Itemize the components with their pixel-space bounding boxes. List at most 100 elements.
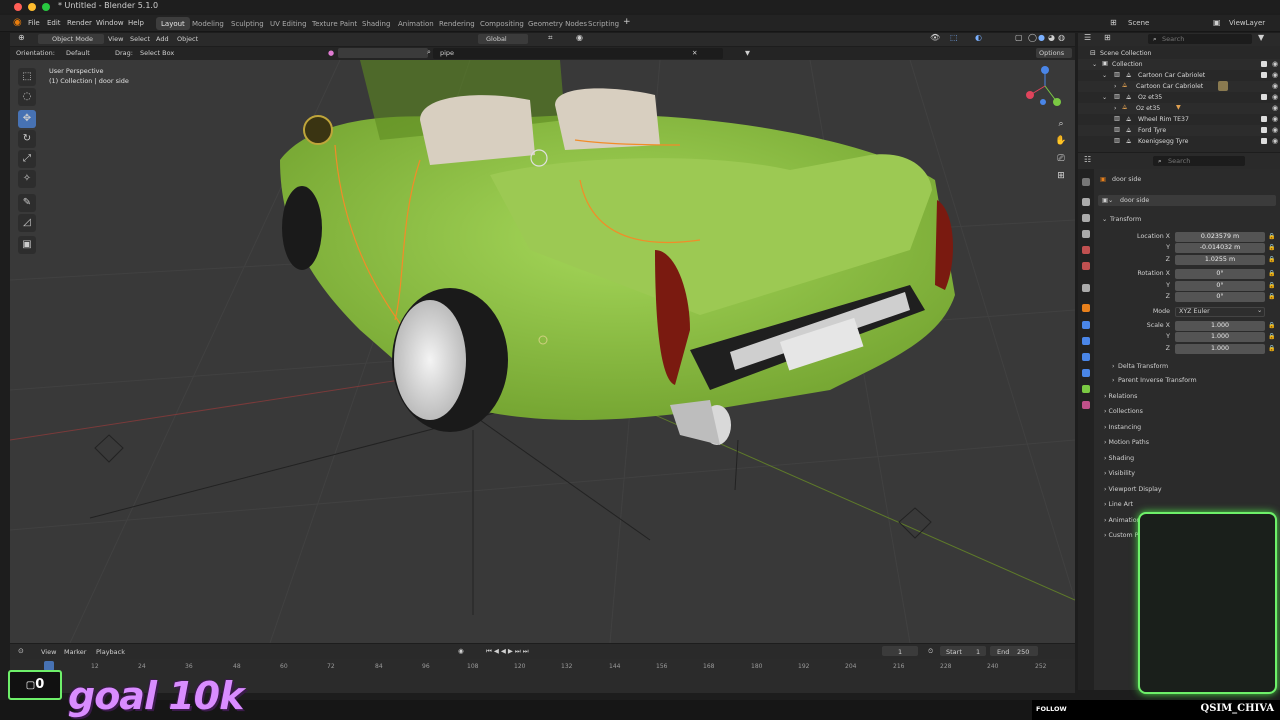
ortho-toggle-icon[interactable]: ⊞: [1055, 171, 1067, 183]
eye-icon[interactable]: ◉: [1272, 115, 1278, 123]
delta-transform-label[interactable]: Delta Transform: [1118, 363, 1168, 370]
maximize-window-icon[interactable]: [42, 3, 50, 11]
outliner-row[interactable]: ▥ ⟁ Koenigsegg Tyre ◉: [1078, 136, 1280, 147]
scale-x-field[interactable]: 1.000: [1175, 321, 1265, 331]
tab-layout[interactable]: Layout: [156, 17, 190, 30]
physics-tab-icon[interactable]: [1082, 353, 1090, 361]
section-visibility[interactable]: › Visibility: [1104, 470, 1135, 477]
constraints-tab-icon[interactable]: [1082, 369, 1090, 377]
color-picker-icon[interactable]: ●: [328, 49, 334, 57]
select-box-tool-icon[interactable]: ⬚: [18, 68, 36, 86]
lock-icon[interactable]: 🔒: [1268, 270, 1275, 277]
scale-tool-icon[interactable]: ⤢: [18, 150, 36, 168]
menu-help[interactable]: Help: [128, 19, 144, 27]
particles-tab-icon[interactable]: [1082, 337, 1090, 345]
render-tab-icon[interactable]: [1082, 198, 1090, 206]
exclude-checkbox[interactable]: [1261, 61, 1267, 67]
outliner-filter-icon[interactable]: ▼: [1258, 33, 1264, 42]
parent-inverse-label[interactable]: Parent Inverse Transform: [1118, 377, 1197, 384]
outliner-filter-search[interactable]: [433, 48, 723, 59]
add-workspace-icon[interactable]: +: [623, 17, 631, 27]
section-relations[interactable]: › Relations: [1104, 393, 1137, 400]
tab-animation[interactable]: Animation: [393, 17, 439, 30]
section-viewport-display[interactable]: › Viewport Display: [1104, 486, 1162, 493]
lock-icon[interactable]: 🔒: [1268, 244, 1275, 251]
navigation-gizmo[interactable]: [1026, 66, 1061, 106]
3d-viewport[interactable]: User Perspective (1) Collection | door s…: [10, 60, 1075, 643]
eye-icon[interactable]: ◉: [1272, 71, 1278, 79]
tab-shading[interactable]: Shading: [357, 17, 395, 30]
menu-render[interactable]: Render: [67, 19, 92, 27]
tab-sculpting[interactable]: Sculpting: [226, 17, 269, 30]
drag-dropdown[interactable]: Select Box: [140, 49, 174, 57]
tab-compositing[interactable]: Compositing: [475, 17, 529, 30]
blender-logo-icon[interactable]: ◉: [13, 17, 22, 28]
outliner-row[interactable]: ⌄ ▣ Collection ◉: [1078, 59, 1280, 70]
lock-icon[interactable]: 🔒: [1268, 256, 1275, 263]
section-collections[interactable]: › Collections: [1104, 408, 1143, 415]
tab-rendering[interactable]: Rendering: [434, 17, 480, 30]
section-motion-paths[interactable]: › Motion Paths: [1104, 439, 1149, 446]
exclude-checkbox[interactable]: [1261, 127, 1267, 133]
modifiers-tab-icon[interactable]: [1082, 321, 1090, 329]
expand-icon[interactable]: ⌄: [1092, 61, 1097, 68]
outliner-row[interactable]: ⌄ ▥ ⟁ Cartoon Car Cabriolet ◉: [1078, 70, 1280, 81]
properties-search-field[interactable]: [1153, 156, 1245, 166]
outliner-row[interactable]: ⌄ ▥ ⟁ Oz et35 ◉: [1078, 92, 1280, 103]
parent-inverse-subpanel[interactable]: ›: [1112, 377, 1115, 384]
rendered-shading-icon[interactable]: ◍: [1058, 33, 1065, 42]
world-tab-icon[interactable]: [1082, 262, 1090, 270]
section-shading[interactable]: › Shading: [1104, 455, 1134, 462]
scale-y-field[interactable]: 1.000: [1175, 332, 1265, 342]
pan-hand-icon[interactable]: ✋: [1055, 136, 1067, 148]
lock-icon[interactable]: 🔒: [1268, 322, 1275, 329]
properties-editor-icon[interactable]: ☷: [1084, 155, 1091, 164]
orientation-dropdown[interactable]: Default: [66, 49, 90, 57]
search-value[interactable]: pipe: [440, 49, 454, 57]
wireframe-shading-icon[interactable]: ◯: [1028, 33, 1037, 42]
section-line-art[interactable]: › Line Art: [1104, 501, 1133, 508]
solid-shading-icon[interactable]: ●: [1038, 33, 1045, 42]
eye-icon[interactable]: ◉: [1272, 126, 1278, 134]
light-objects[interactable]: [94, 434, 932, 539]
overlays-icon[interactable]: ◐: [975, 33, 982, 42]
add-cube-tool-icon[interactable]: ▣: [18, 236, 36, 254]
rotation-y-field[interactable]: 0°: [1175, 281, 1265, 291]
measure-tool-icon[interactable]: ◿: [18, 214, 36, 232]
rotation-z-field[interactable]: 0°: [1175, 292, 1265, 302]
transform-tool-icon[interactable]: ✧: [18, 170, 36, 188]
tab-texture-paint[interactable]: Texture Paint: [307, 17, 362, 30]
material-shading-icon[interactable]: ◕: [1048, 33, 1055, 42]
expand-icon[interactable]: ›: [1114, 83, 1116, 90]
timeline-menu-view[interactable]: View: [41, 648, 56, 656]
car-model[interactable]: [280, 60, 955, 445]
lock-icon[interactable]: 🔒: [1268, 345, 1275, 352]
outliner-row[interactable]: › ⟁ Cartoon Car Cabriolet ◉: [1078, 81, 1280, 92]
properties-search-placeholder[interactable]: Search: [1168, 157, 1190, 165]
gizmo-icon[interactable]: ⬚: [950, 33, 958, 42]
eye-icon[interactable]: ◉: [1272, 60, 1278, 68]
output-tab-icon[interactable]: [1082, 214, 1090, 222]
eye-icon[interactable]: ◉: [1272, 104, 1278, 112]
expand-icon[interactable]: ⌄: [1102, 94, 1107, 101]
exclude-checkbox[interactable]: [1261, 116, 1267, 122]
editor-type-icon[interactable]: ⊕: [18, 33, 25, 42]
minimize-window-icon[interactable]: [28, 3, 36, 11]
menu-file[interactable]: File: [28, 19, 40, 27]
lock-icon[interactable]: 🔒: [1268, 233, 1275, 240]
scale-z-field[interactable]: 1.000: [1175, 344, 1265, 354]
outliner-row[interactable]: ▥ ⟁ Ford Tyre ◉: [1078, 125, 1280, 136]
exclude-checkbox[interactable]: [1261, 138, 1267, 144]
clear-search-icon[interactable]: ✕: [692, 49, 697, 57]
lock-icon[interactable]: 🔒: [1268, 293, 1275, 300]
xray-icon[interactable]: ▢: [1015, 33, 1023, 42]
expand-icon[interactable]: ⌄: [1102, 72, 1107, 79]
transform-collapse-icon[interactable]: ⌄: [1102, 216, 1107, 223]
lock-icon[interactable]: 🔒: [1268, 282, 1275, 289]
outliner-editor-icon[interactable]: ☰: [1084, 33, 1091, 42]
exclude-checkbox[interactable]: [1261, 94, 1267, 100]
record-icon[interactable]: ◉: [458, 647, 464, 655]
scene-name[interactable]: Scene: [1128, 19, 1149, 27]
view-layer-name[interactable]: ViewLayer: [1229, 19, 1265, 27]
selectability-toggles[interactable]: [338, 48, 428, 58]
